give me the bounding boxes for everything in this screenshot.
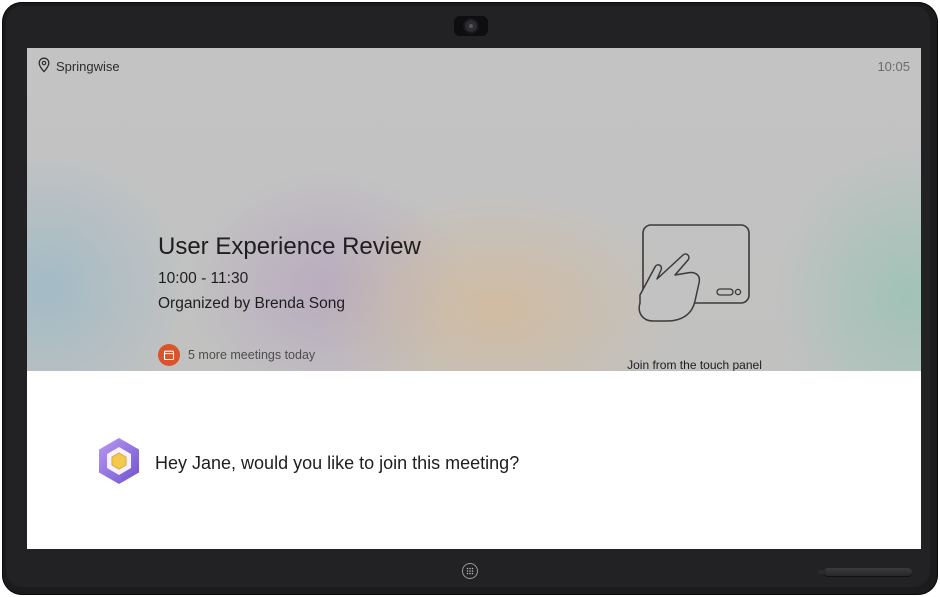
location-label: Springwise — [56, 59, 120, 74]
location-indicator: Springwise — [38, 57, 120, 76]
assistant-message: Hey Jane, would you like to join this me… — [155, 453, 520, 473]
meeting-hero: Springwise 10:05 User Experience Review … — [27, 48, 921, 371]
home-button-icon[interactable] — [462, 563, 478, 579]
assistant-prompt: Hey Jane, would you like to join this me… — [97, 436, 519, 491]
meeting-time: 10:00 - 11:30 — [158, 270, 249, 287]
assistant-logo-icon — [97, 436, 141, 491]
meeting-title: User Experience Review — [158, 233, 421, 260]
calendar-icon — [158, 344, 180, 366]
more-meetings-label: 5 more meetings today — [188, 348, 316, 362]
meeting-organizer: Organized by Brenda Song — [158, 295, 345, 312]
clock: 10:05 — [877, 59, 910, 74]
camera-icon — [454, 16, 488, 36]
location-pin-icon — [38, 57, 50, 76]
touch-panel-label: Join from the touch panel — [627, 358, 762, 371]
more-meetings-button[interactable]: 5 more meetings today — [158, 344, 315, 366]
stylus-pen — [818, 568, 912, 576]
device-screen: Springwise 10:05 User Experience Review … — [27, 48, 921, 549]
touch-panel-icon — [635, 223, 755, 333]
